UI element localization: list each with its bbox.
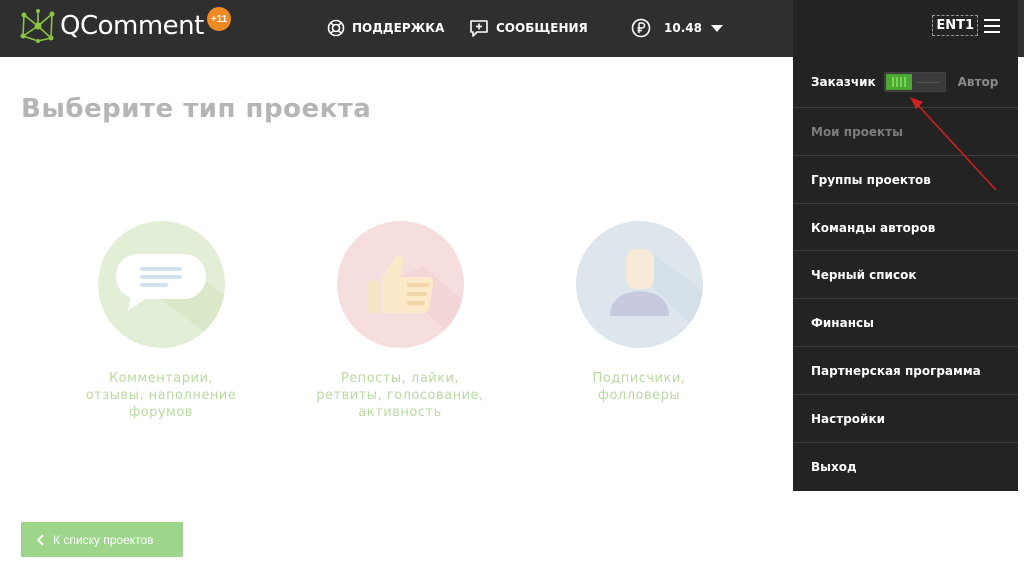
- hamburger-menu-icon[interactable]: [984, 18, 1000, 34]
- subscribers-label: Подписчики, фолловеры: [592, 371, 686, 403]
- lifebuoy-icon: [327, 19, 345, 37]
- messages-label: СООБЩЕНИЯ: [496, 21, 588, 35]
- role-customer-label[interactable]: Заказчик: [811, 75, 876, 89]
- subscribers-circle: [575, 221, 703, 348]
- balance-value: 10.48: [664, 21, 702, 35]
- logo[interactable]: QComment +11: [20, 7, 231, 43]
- chevron-down-icon: [710, 24, 723, 32]
- toggle-track: [916, 82, 939, 83]
- comments-label: Комментарии, отзывы, наполнение форумов: [85, 371, 237, 420]
- username: ENT1: [932, 15, 978, 36]
- project-type-comments[interactable]: Комментарии, отзывы, наполнение форумов: [51, 221, 271, 421]
- speech-bubble-icon: [115, 254, 225, 348]
- back-button-label: К списку проектов: [53, 532, 154, 547]
- back-to-projects-button[interactable]: К списку проектов: [21, 522, 183, 557]
- support-label: ПОДДЕРЖКА: [352, 21, 445, 35]
- menu-item-finances[interactable]: Финансы: [793, 298, 1018, 346]
- reposts-label: Репосты, лайки, ретвиты, голосование, ак…: [316, 371, 484, 420]
- network-logo-icon: [20, 9, 55, 43]
- role-toggle[interactable]: [883, 72, 946, 92]
- reposts-circle: [336, 221, 464, 348]
- user-menu-toggle[interactable]: ENT1: [932, 15, 1000, 36]
- notification-badge[interactable]: +11: [207, 7, 231, 31]
- toggle-knob[interactable]: [885, 74, 912, 90]
- menu-item-blacklist[interactable]: Черный список: [793, 250, 1018, 298]
- menu-item-logout[interactable]: Выход: [793, 442, 1018, 490]
- menu-item-project-groups[interactable]: Группы проектов: [793, 155, 1018, 203]
- menu-item-author-teams[interactable]: Команды авторов: [793, 203, 1018, 251]
- page-title: Выберите тип проекта: [21, 94, 372, 124]
- menu-item-partner-program[interactable]: Партнерская программа: [793, 346, 1018, 394]
- messages-link[interactable]: СООБЩЕНИЯ: [469, 16, 588, 40]
- project-type-reposts[interactable]: Репосты, лайки, ретвиты, голосование, ак…: [290, 221, 510, 421]
- role-author-label[interactable]: Автор: [958, 75, 999, 89]
- balance-dropdown[interactable]: 10.48: [631, 16, 723, 40]
- ruble-icon: [631, 18, 651, 38]
- message-plus-icon: [470, 19, 488, 37]
- chevron-left-icon: [37, 533, 44, 546]
- user-menu-dropdown: ENT1 Заказчик Автор Мои проекты Группы п…: [793, 0, 1018, 491]
- menu-item-my-projects[interactable]: Мои проекты: [793, 107, 1018, 155]
- menu-item-settings[interactable]: Настройки: [793, 394, 1018, 442]
- role-switch-row: Заказчик Автор: [793, 58, 1018, 106]
- person-icon: [609, 249, 703, 336]
- thumbs-up-icon: [366, 255, 464, 348]
- logo-text: QComment: [60, 11, 204, 41]
- comments-circle: [97, 221, 225, 348]
- project-type-subscribers[interactable]: Подписчики, фолловеры: [529, 221, 749, 404]
- support-link[interactable]: ПОДДЕРЖКА: [327, 16, 444, 40]
